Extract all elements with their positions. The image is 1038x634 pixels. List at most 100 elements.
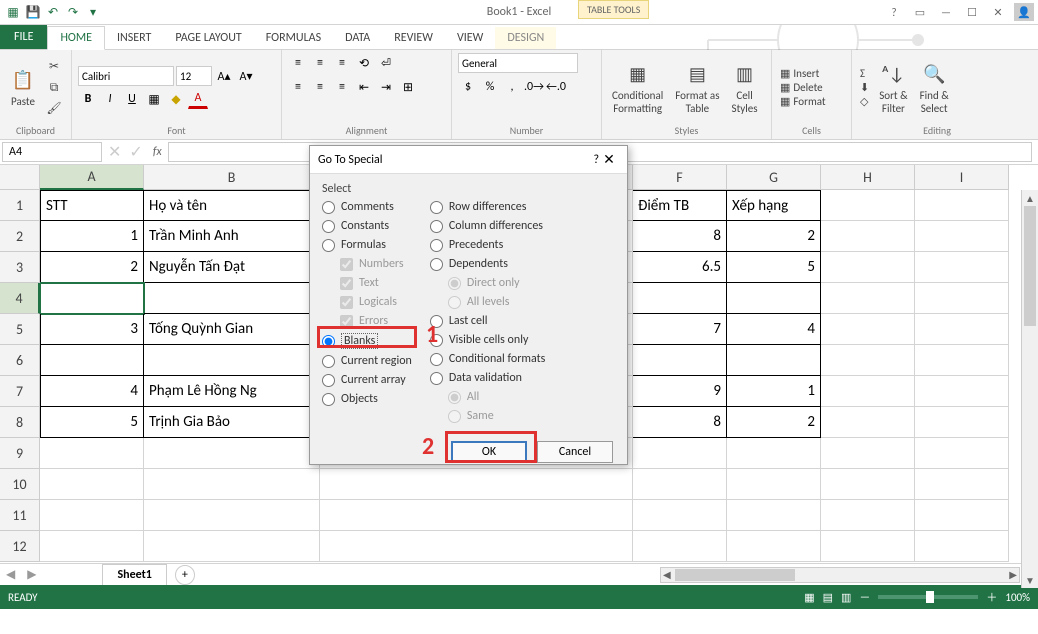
- hscroll-thumb[interactable]: [675, 569, 795, 581]
- cell-a11[interactable]: [40, 500, 144, 531]
- tab-view[interactable]: VIEW: [445, 27, 495, 49]
- paste-button[interactable]: 📋 Paste: [6, 65, 40, 110]
- italic-button[interactable]: I: [100, 89, 120, 109]
- comma-icon[interactable]: ,: [502, 77, 522, 97]
- cell-h2[interactable]: [821, 221, 915, 252]
- sheet-tab-sheet1[interactable]: Sheet1: [102, 564, 166, 585]
- redo-icon[interactable]: ↷: [64, 3, 82, 21]
- scroll-thumb[interactable]: [1024, 206, 1036, 326]
- radio-visible-cells[interactable]: Visible cells only: [430, 333, 545, 347]
- cell-i7[interactable]: [915, 376, 1009, 407]
- row-head-11[interactable]: 11: [0, 500, 40, 531]
- cell-g4[interactable]: [727, 283, 821, 314]
- cell-i5[interactable]: [915, 314, 1009, 345]
- row-head-5[interactable]: 5: [0, 314, 40, 345]
- cell-h4[interactable]: [821, 283, 915, 314]
- cell-i8[interactable]: [915, 407, 1009, 438]
- col-head-g[interactable]: G: [727, 165, 821, 190]
- fill-color-icon[interactable]: ◆: [166, 89, 186, 109]
- zoom-slider[interactable]: [878, 595, 978, 599]
- cell-a1[interactable]: STT: [40, 190, 144, 221]
- row-head-4[interactable]: 4: [0, 283, 40, 314]
- minimize-icon[interactable]: —: [936, 3, 956, 21]
- cell-b5[interactable]: Tống Quỳnh Gian: [144, 314, 320, 345]
- row-head-9[interactable]: 9: [0, 438, 40, 469]
- radio-conditional-formats[interactable]: Conditional formats: [430, 352, 545, 366]
- cell-h1[interactable]: [821, 190, 915, 221]
- cell-a4[interactable]: [40, 283, 144, 314]
- increase-decimal-icon[interactable]: .0→: [524, 77, 544, 97]
- align-right-icon[interactable]: ≡: [332, 77, 352, 97]
- clear-button[interactable]: ◇: [858, 95, 871, 108]
- radio-current-region[interactable]: Current region: [322, 354, 412, 368]
- col-head-a[interactable]: A: [40, 165, 144, 190]
- ribbon-options-icon[interactable]: ▭: [910, 3, 930, 21]
- row-head-12[interactable]: 12: [0, 531, 40, 562]
- number-format-combo[interactable]: [458, 53, 578, 73]
- cell-f2[interactable]: 8: [633, 221, 727, 252]
- currency-icon[interactable]: $: [458, 77, 478, 97]
- tab-formulas[interactable]: FORMULAS: [254, 27, 333, 49]
- cell-a8[interactable]: 5: [40, 407, 144, 438]
- border-icon[interactable]: ▦: [144, 89, 164, 109]
- radio-constants[interactable]: Constants: [322, 219, 412, 233]
- copy-icon[interactable]: ⧉: [44, 78, 64, 98]
- cell-b1[interactable]: Họ và tên: [144, 190, 320, 221]
- cell-a9[interactable]: [40, 438, 144, 469]
- dialog-close-icon[interactable]: ✕: [599, 151, 619, 168]
- cell-f1[interactable]: Điểm TB: [633, 190, 727, 221]
- view-normal-icon[interactable]: ▦: [804, 591, 814, 604]
- zoom-level[interactable]: 100%: [1005, 591, 1030, 604]
- sort-filter-button[interactable]: ᴬ↓ Sort & Filter: [875, 59, 911, 117]
- cut-icon[interactable]: ✂: [44, 57, 64, 77]
- cell-g6[interactable]: [727, 345, 821, 376]
- row-head-3[interactable]: 3: [0, 252, 40, 283]
- view-pagelayout-icon[interactable]: ▤: [823, 591, 833, 604]
- radio-last-cell[interactable]: Last cell: [430, 314, 545, 328]
- fx-icon[interactable]: fx: [147, 145, 168, 159]
- hscroll-left-icon[interactable]: ◀: [663, 568, 671, 581]
- tab-review[interactable]: REVIEW: [382, 27, 445, 49]
- cell-b9[interactable]: [144, 438, 320, 469]
- tab-design[interactable]: DESIGN: [495, 27, 556, 49]
- zoom-in-icon[interactable]: ＋: [986, 589, 997, 605]
- conditional-formatting-button[interactable]: ▦ Conditional Formatting: [608, 59, 667, 117]
- vertical-scrollbar[interactable]: ▲ ▼: [1021, 190, 1038, 588]
- cell-f8[interactable]: 8: [633, 407, 727, 438]
- col-head-b[interactable]: B: [144, 165, 320, 190]
- cell-b7[interactable]: Phạm Lê Hồng Ng: [144, 376, 320, 407]
- cell-b6[interactable]: [144, 345, 320, 376]
- cell-b8[interactable]: Trịnh Gia Bảo: [144, 407, 320, 438]
- align-left-icon[interactable]: ≡: [288, 77, 308, 97]
- cancel-formula-icon[interactable]: ✕: [104, 142, 125, 162]
- row-head-7[interactable]: 7: [0, 376, 40, 407]
- radio-row-diff[interactable]: Row differences: [430, 200, 545, 214]
- format-cells-button[interactable]: ▦Format: [778, 95, 828, 108]
- decrease-font-icon[interactable]: A▾: [236, 66, 256, 86]
- undo-icon[interactable]: ↶: [44, 3, 62, 21]
- select-all-corner[interactable]: [0, 165, 40, 190]
- autosum-button[interactable]: Σ: [858, 67, 871, 80]
- tab-file[interactable]: FILE: [0, 25, 47, 49]
- cell-b12[interactable]: [144, 531, 320, 562]
- increase-indent-icon[interactable]: ⇥: [376, 77, 396, 97]
- tab-pagelayout[interactable]: PAGE LAYOUT: [163, 27, 253, 49]
- tab-data[interactable]: DATA: [333, 27, 382, 49]
- scroll-down-icon[interactable]: ▼: [1022, 572, 1038, 588]
- cell-a7[interactable]: 4: [40, 376, 144, 407]
- zoom-thumb[interactable]: [926, 591, 934, 603]
- row-head-2[interactable]: 2: [0, 221, 40, 252]
- cell-f9[interactable]: [633, 438, 727, 469]
- cell-b11[interactable]: [144, 500, 320, 531]
- col-head-f[interactable]: F: [633, 165, 727, 190]
- row-head-6[interactable]: 6: [0, 345, 40, 376]
- cell-g8[interactable]: 2: [727, 407, 821, 438]
- cell-g5[interactable]: 4: [727, 314, 821, 345]
- decrease-indent-icon[interactable]: ⇤: [354, 77, 374, 97]
- enter-formula-icon[interactable]: ✓: [125, 142, 146, 162]
- delete-cells-button[interactable]: ▦Delete: [778, 81, 828, 94]
- font-color-icon[interactable]: A: [188, 89, 208, 109]
- row-head-1[interactable]: 1: [0, 190, 40, 221]
- radio-objects[interactable]: Objects: [322, 392, 412, 406]
- maximize-icon[interactable]: ☐: [962, 3, 982, 21]
